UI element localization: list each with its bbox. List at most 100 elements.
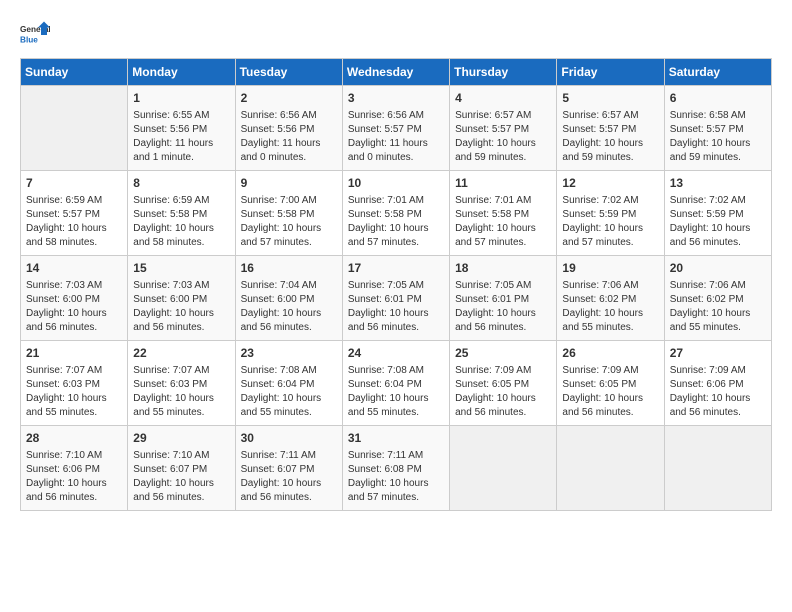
day-info: Sunrise: 7:03 AM Sunset: 6:00 PM Dayligh…: [26, 279, 122, 335]
page-header: General Blue: [20, 20, 772, 50]
day-info: Sunrise: 7:02 AM Sunset: 5:59 PM Dayligh…: [670, 194, 766, 250]
calendar-cell: 25 Sunrise: 7:09 AM Sunset: 6:05 PM Dayli…: [450, 341, 557, 426]
day-number: 2: [241, 90, 337, 107]
day-number: 28: [26, 430, 122, 447]
day-info: Sunrise: 7:11 AM Sunset: 6:07 PM Dayligh…: [241, 449, 337, 505]
day-number: 21: [26, 345, 122, 362]
day-header-thursday: Thursday: [450, 59, 557, 86]
svg-text:Blue: Blue: [20, 36, 38, 45]
day-number: 19: [562, 260, 658, 277]
calendar-cell: 16Sunrise: 7:04 AM Sunset: 6:00 PM Dayli…: [235, 256, 342, 341]
day-number: 29: [133, 430, 229, 447]
calendar-cell: 24Sunrise: 7:08 AM Sunset: 6:04 PM Dayli…: [342, 341, 449, 426]
day-number: 13: [670, 175, 766, 192]
logo-icon: General Blue: [20, 20, 50, 50]
day-number: 14: [26, 260, 122, 277]
calendar-cell: 31 Sunrise: 7:11 AM Sunset: 6:08 PM Dayli…: [342, 426, 449, 511]
day-number: 12: [562, 175, 658, 192]
calendar-cell: 27 Sunrise: 7:09 AM Sunset: 6:06 PM Dayli…: [664, 341, 771, 426]
day-info: Sunrise: 7:08 AM Sunset: 6:04 PM Dayligh…: [348, 364, 444, 420]
day-header-sunday: Sunday: [21, 59, 128, 86]
calendar-header-row: SundayMondayTuesdayWednesdayThursdayFrid…: [21, 59, 772, 86]
day-info: Sunrise: 7:05 AM Sunset: 6:01 PM Dayligh…: [348, 279, 444, 335]
day-info: Sunrise: 6:57 AM Sunset: 5:57 PM Dayligh…: [455, 109, 551, 165]
day-info: Sunrise: 6:56 AM Sunset: 5:57 PM Dayligh…: [348, 109, 444, 165]
day-number: 27: [670, 345, 766, 362]
day-number: 6: [670, 90, 766, 107]
calendar-cell: 17 Sunrise: 7:05 AM Sunset: 6:01 PM Dayli…: [342, 256, 449, 341]
calendar-cell: 4 Sunrise: 6:57 AM Sunset: 5:57 PM Daylig…: [450, 86, 557, 171]
day-number: 4: [455, 90, 551, 107]
calendar-cell: 28 Sunrise: 7:10 AM Sunset: 6:06 PM Dayli…: [21, 426, 128, 511]
calendar-cell: [450, 426, 557, 511]
day-header-saturday: Saturday: [664, 59, 771, 86]
calendar-cell: 5 Sunrise: 6:57 AM Sunset: 5:57 PM Daylig…: [557, 86, 664, 171]
calendar-cell: 15 Sunrise: 7:03 AM Sunset: 6:00 PM Dayli…: [128, 256, 235, 341]
day-number: 31: [348, 430, 444, 447]
calendar-cell: 30 Sunrise: 7:11 AM Sunset: 6:07 PM Dayli…: [235, 426, 342, 511]
calendar-cell: 2Sunrise: 6:56 AM Sunset: 5:56 PM Daylig…: [235, 86, 342, 171]
day-info: Sunrise: 7:03 AM Sunset: 6:00 PM Dayligh…: [133, 279, 229, 335]
day-number: 11: [455, 175, 551, 192]
day-number: 3: [348, 90, 444, 107]
calendar-cell: 19 Sunrise: 7:06 AM Sunset: 6:02 PM Dayli…: [557, 256, 664, 341]
calendar-cell: 21 Sunrise: 7:07 AM Sunset: 6:03 PM Dayli…: [21, 341, 128, 426]
day-info: Sunrise: 7:11 AM Sunset: 6:08 PM Dayligh…: [348, 449, 444, 505]
day-info: Sunrise: 7:09 AM Sunset: 6:06 PM Dayligh…: [670, 364, 766, 420]
calendar-week-4: 28 Sunrise: 7:10 AM Sunset: 6:06 PM Dayli…: [21, 426, 772, 511]
day-number: 9: [241, 175, 337, 192]
calendar-cell: 23Sunrise: 7:08 AM Sunset: 6:04 PM Dayli…: [235, 341, 342, 426]
logo: General Blue: [20, 20, 50, 50]
calendar-cell: 1 Sunrise: 6:55 AM Sunset: 5:56 PM Daylig…: [128, 86, 235, 171]
calendar-cell: 6 Sunrise: 6:58 AM Sunset: 5:57 PM Daylig…: [664, 86, 771, 171]
calendar-cell: 11Sunrise: 7:01 AM Sunset: 5:58 PM Dayli…: [450, 171, 557, 256]
calendar-cell: [664, 426, 771, 511]
day-number: 30: [241, 430, 337, 447]
calendar-cell: 13 Sunrise: 7:02 AM Sunset: 5:59 PM Dayli…: [664, 171, 771, 256]
day-info: Sunrise: 7:01 AM Sunset: 5:58 PM Dayligh…: [348, 194, 444, 250]
day-number: 25: [455, 345, 551, 362]
day-info: Sunrise: 7:00 AM Sunset: 5:58 PM Dayligh…: [241, 194, 337, 250]
calendar-cell: 20Sunrise: 7:06 AM Sunset: 6:02 PM Dayli…: [664, 256, 771, 341]
day-header-friday: Friday: [557, 59, 664, 86]
calendar-cell: 29 Sunrise: 7:10 AM Sunset: 6:07 PM Dayli…: [128, 426, 235, 511]
day-info: Sunrise: 6:55 AM Sunset: 5:56 PM Dayligh…: [133, 109, 229, 165]
day-header-tuesday: Tuesday: [235, 59, 342, 86]
calendar-week-3: 21 Sunrise: 7:07 AM Sunset: 6:03 PM Dayli…: [21, 341, 772, 426]
day-info: Sunrise: 7:02 AM Sunset: 5:59 PM Dayligh…: [562, 194, 658, 250]
calendar-cell: [21, 86, 128, 171]
day-info: Sunrise: 6:58 AM Sunset: 5:57 PM Dayligh…: [670, 109, 766, 165]
day-number: 17: [348, 260, 444, 277]
day-number: 8: [133, 175, 229, 192]
day-number: 5: [562, 90, 658, 107]
day-info: Sunrise: 6:57 AM Sunset: 5:57 PM Dayligh…: [562, 109, 658, 165]
day-info: Sunrise: 7:10 AM Sunset: 6:06 PM Dayligh…: [26, 449, 122, 505]
calendar-cell: 22 Sunrise: 7:07 AM Sunset: 6:03 PM Dayli…: [128, 341, 235, 426]
calendar-cell: 7 Sunrise: 6:59 AM Sunset: 5:57 PM Daylig…: [21, 171, 128, 256]
calendar-cell: [557, 426, 664, 511]
day-number: 22: [133, 345, 229, 362]
day-info: Sunrise: 7:06 AM Sunset: 6:02 PM Dayligh…: [562, 279, 658, 335]
calendar-body: 1 Sunrise: 6:55 AM Sunset: 5:56 PM Daylig…: [21, 86, 772, 511]
day-number: 7: [26, 175, 122, 192]
day-info: Sunrise: 7:07 AM Sunset: 6:03 PM Dayligh…: [133, 364, 229, 420]
day-info: Sunrise: 6:59 AM Sunset: 5:58 PM Dayligh…: [133, 194, 229, 250]
calendar-cell: 12 Sunrise: 7:02 AM Sunset: 5:59 PM Dayli…: [557, 171, 664, 256]
day-info: Sunrise: 7:07 AM Sunset: 6:03 PM Dayligh…: [26, 364, 122, 420]
day-number: 15: [133, 260, 229, 277]
day-info: Sunrise: 7:09 AM Sunset: 6:05 PM Dayligh…: [455, 364, 551, 420]
day-info: Sunrise: 7:08 AM Sunset: 6:04 PM Dayligh…: [241, 364, 337, 420]
calendar-week-2: 14 Sunrise: 7:03 AM Sunset: 6:00 PM Dayli…: [21, 256, 772, 341]
calendar-cell: 26Sunrise: 7:09 AM Sunset: 6:05 PM Dayli…: [557, 341, 664, 426]
day-number: 20: [670, 260, 766, 277]
day-info: Sunrise: 6:59 AM Sunset: 5:57 PM Dayligh…: [26, 194, 122, 250]
day-header-wednesday: Wednesday: [342, 59, 449, 86]
calendar-cell: 9 Sunrise: 7:00 AM Sunset: 5:58 PM Daylig…: [235, 171, 342, 256]
calendar-week-0: 1 Sunrise: 6:55 AM Sunset: 5:56 PM Daylig…: [21, 86, 772, 171]
day-number: 26: [562, 345, 658, 362]
day-number: 18: [455, 260, 551, 277]
day-number: 1: [133, 90, 229, 107]
calendar-cell: 8 Sunrise: 6:59 AM Sunset: 5:58 PM Daylig…: [128, 171, 235, 256]
day-info: Sunrise: 7:10 AM Sunset: 6:07 PM Dayligh…: [133, 449, 229, 505]
calendar-cell: 3 Sunrise: 6:56 AM Sunset: 5:57 PM Daylig…: [342, 86, 449, 171]
